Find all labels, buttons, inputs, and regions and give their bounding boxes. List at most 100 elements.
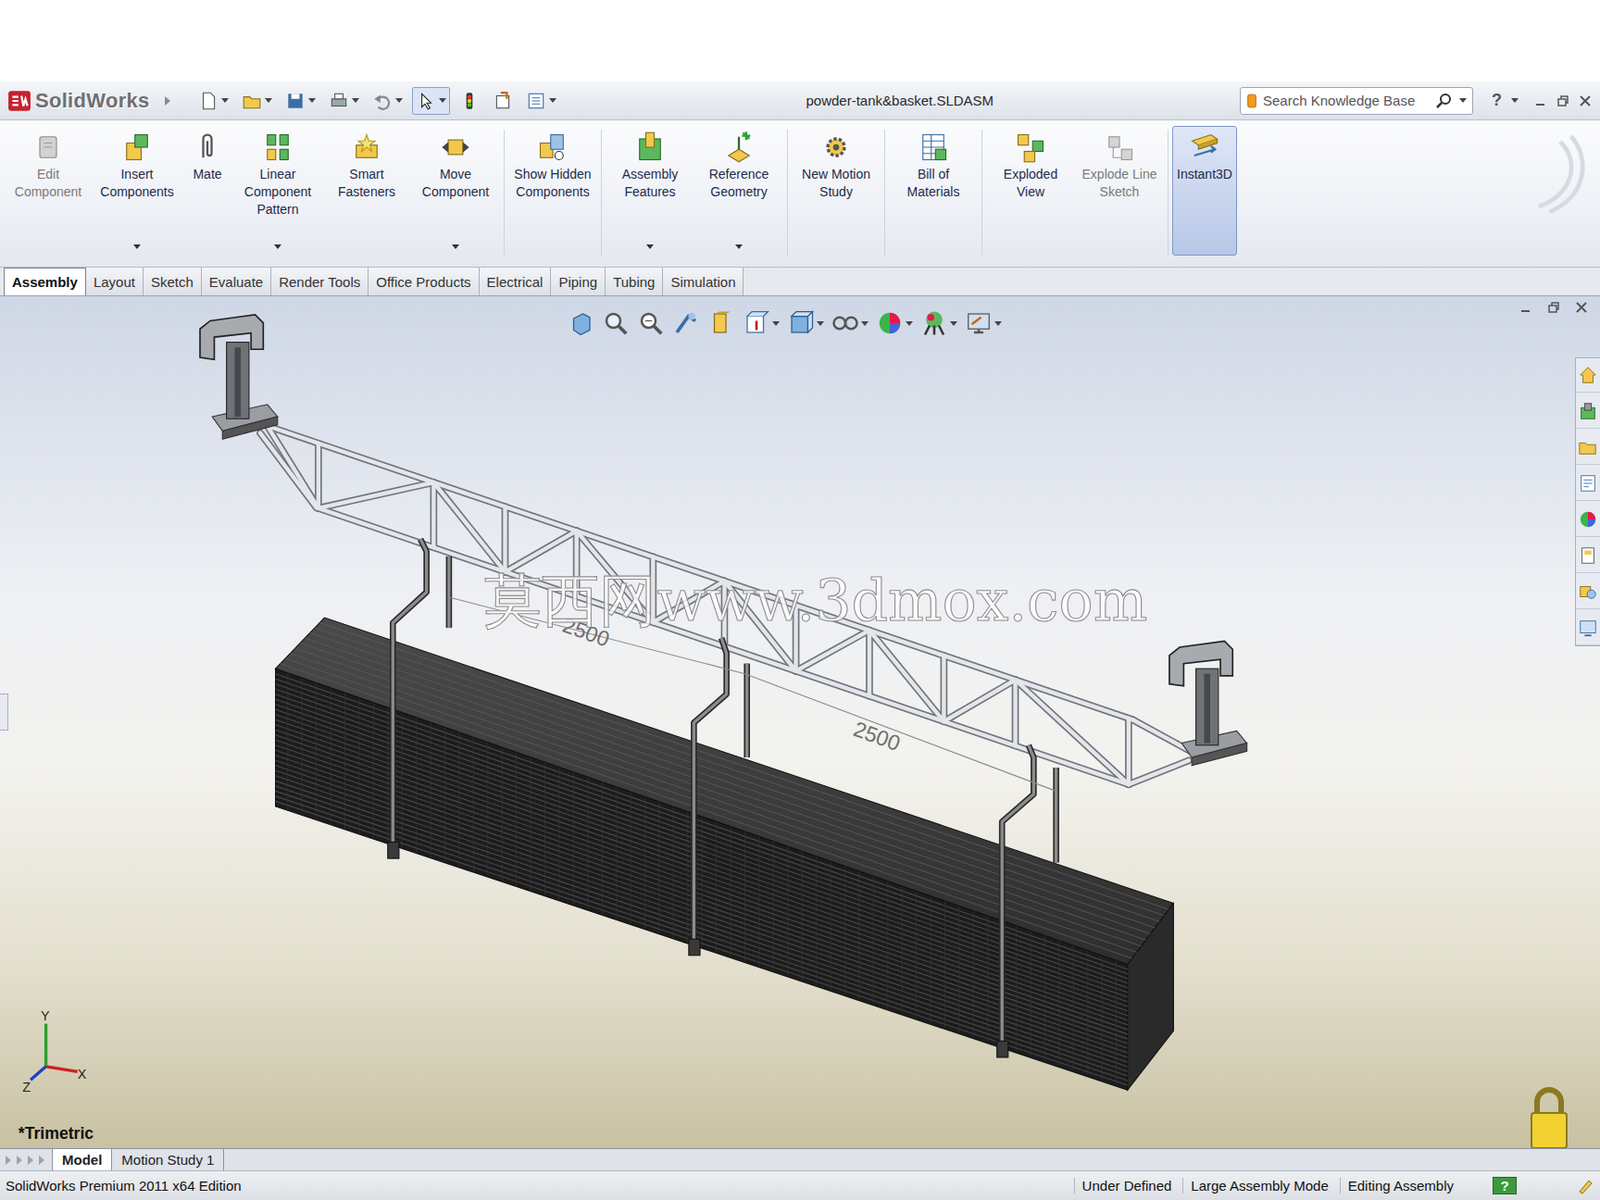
quick-access-button[interactable] [281, 87, 320, 115]
view-tool-button[interactable] [831, 309, 869, 338]
dropdown-caret-icon[interactable] [1511, 98, 1519, 103]
view-tool-button[interactable] [875, 309, 913, 338]
command-tab[interactable]: Layout [86, 267, 144, 296]
task-pane-tab[interactable] [1575, 611, 1600, 646]
command-tab[interactable]: Sketch [143, 267, 202, 296]
dropdown-caret-icon[interactable] [861, 321, 869, 326]
search-placeholder[interactable]: Search Knowledge Base [1262, 92, 1430, 109]
view-tool-button[interactable] [601, 309, 630, 338]
model-tab[interactable]: Motion Study 1 [112, 1149, 225, 1171]
dimension-value[interactable]: 2500 [850, 716, 903, 756]
view-tool-button[interactable] [787, 309, 825, 338]
task-pane-tab[interactable] [1575, 466, 1600, 501]
quick-access-button[interactable] [325, 87, 363, 115]
dropdown-caret-icon[interactable] [395, 98, 403, 103]
quick-access-button[interactable] [237, 87, 276, 115]
quick-access-button[interactable] [522, 87, 561, 115]
hanger[interactable] [387, 538, 450, 859]
command-tab[interactable]: Piping [550, 267, 606, 296]
minimize-icon[interactable] [1533, 93, 1549, 109]
command-button[interactable]: Show Hidden Components [508, 125, 598, 256]
dimension[interactable]: 2500 [744, 674, 1056, 792]
command-button[interactable]: Insert Components [92, 125, 182, 256]
search-icon[interactable] [1435, 91, 1454, 111]
command-button[interactable]: Linear Component Pattern [233, 125, 323, 256]
dropdown-caret-icon[interactable] [1459, 98, 1467, 103]
restore-icon[interactable] [1555, 93, 1571, 109]
dropdown-caret-icon[interactable] [274, 244, 282, 250]
command-button[interactable]: Assembly Features [605, 125, 695, 256]
command-button[interactable]: New Motion Study [791, 125, 881, 256]
command-button[interactable]: Smart Fasteners [322, 125, 412, 256]
graphics-area[interactable]: 25002500莫西网www.3dmox.comYXZ*Trimetric [0, 296, 1600, 1149]
dropdown-caret-icon[interactable] [438, 98, 447, 103]
tab-scroll-icon[interactable] [38, 1155, 45, 1165]
hanger[interactable] [688, 637, 748, 956]
tab-scroll-icon[interactable] [27, 1155, 34, 1165]
quick-access-button[interactable] [412, 87, 450, 115]
truss-beam[interactable] [260, 425, 1189, 785]
view-tool-button[interactable] [637, 309, 665, 338]
dropdown-caret-icon[interactable] [735, 244, 743, 250]
view-tool-button[interactable] [672, 309, 700, 338]
task-pane-tab[interactable] [1575, 358, 1600, 393]
dropdown-caret-icon[interactable] [351, 98, 360, 103]
command-button[interactable]: Move Component [411, 125, 500, 256]
view-tool-button[interactable] [707, 309, 736, 338]
hanger[interactable] [997, 745, 1057, 1058]
task-pane-tab[interactable] [1575, 538, 1600, 574]
command-button[interactable]: Exploded View [986, 125, 1075, 256]
task-pane-tab[interactable] [1575, 502, 1600, 538]
task-pane-tab[interactable] [1575, 430, 1600, 465]
dropdown-caret-icon[interactable] [451, 244, 460, 250]
tab-scroll-icon[interactable] [16, 1155, 23, 1165]
dropdown-caret-icon[interactable] [994, 321, 1002, 326]
command-button[interactable]: Explode Line Sketch [1075, 125, 1164, 256]
end-bracket[interactable] [1169, 640, 1248, 765]
dropdown-caret-icon[interactable] [816, 321, 825, 326]
quick-access-button[interactable] [488, 87, 517, 115]
search-box[interactable]: Search Knowledge Base [1239, 87, 1474, 115]
dropdown-caret-icon[interactable] [950, 321, 958, 326]
model-tab[interactable]: Model [51, 1149, 113, 1171]
task-pane-tab[interactable] [1575, 575, 1600, 610]
command-tab[interactable]: Tubing [605, 267, 663, 296]
dropdown-caret-icon[interactable] [646, 244, 654, 250]
dropdown-caret-icon[interactable] [772, 321, 780, 326]
dropdown-caret-icon[interactable] [264, 98, 273, 103]
view-tool-button[interactable] [566, 309, 595, 338]
quick-access-button[interactable] [455, 87, 484, 115]
view-tool-button[interactable] [964, 309, 1002, 338]
command-tab[interactable]: Electrical [479, 267, 552, 296]
close-icon[interactable] [1577, 93, 1593, 109]
command-button[interactable]: Reference Geometry [694, 125, 784, 256]
dropdown-caret-icon[interactable] [549, 98, 557, 103]
app-logo[interactable]: SolidWorks [7, 88, 189, 113]
command-tab[interactable]: Office Products [368, 267, 479, 296]
help-button[interactable]: ? [1478, 90, 1506, 111]
end-bracket[interactable] [200, 314, 278, 439]
command-tab[interactable]: Evaluate [201, 267, 272, 296]
minimize-icon[interactable] [1518, 300, 1534, 315]
dropdown-caret-icon[interactable] [133, 244, 141, 250]
dropdown-caret-icon[interactable] [221, 98, 229, 103]
quick-access-button[interactable] [368, 87, 407, 115]
quick-access-button[interactable] [194, 87, 233, 115]
command-tab[interactable]: Simulation [662, 267, 744, 296]
command-button[interactable]: Mate [181, 125, 234, 256]
dropdown-caret-icon[interactable] [905, 321, 913, 326]
lock-icon[interactable] [1527, 1085, 1571, 1149]
dropdown-caret-icon[interactable] [308, 98, 316, 103]
rebuild-status-icon[interactable] [1575, 1176, 1595, 1196]
command-tab[interactable]: Render Tools [271, 267, 369, 296]
command-tab[interactable]: Assembly [3, 267, 87, 296]
command-button[interactable]: Bill of Materials [888, 125, 978, 256]
view-tool-button[interactable] [920, 309, 958, 338]
view-tool-button[interactable] [742, 309, 780, 338]
restore-icon[interactable] [1546, 300, 1562, 315]
menu-expand-icon[interactable] [164, 96, 171, 106]
quick-tips-button[interactable]: ? [1492, 1176, 1517, 1195]
command-button[interactable]: Edit Component [3, 125, 93, 256]
tab-scroll-icon[interactable] [5, 1155, 12, 1165]
assembly-model[interactable]: 25002500莫西网www.3dmox.comYXZ*Trimetric [0, 296, 1600, 1149]
